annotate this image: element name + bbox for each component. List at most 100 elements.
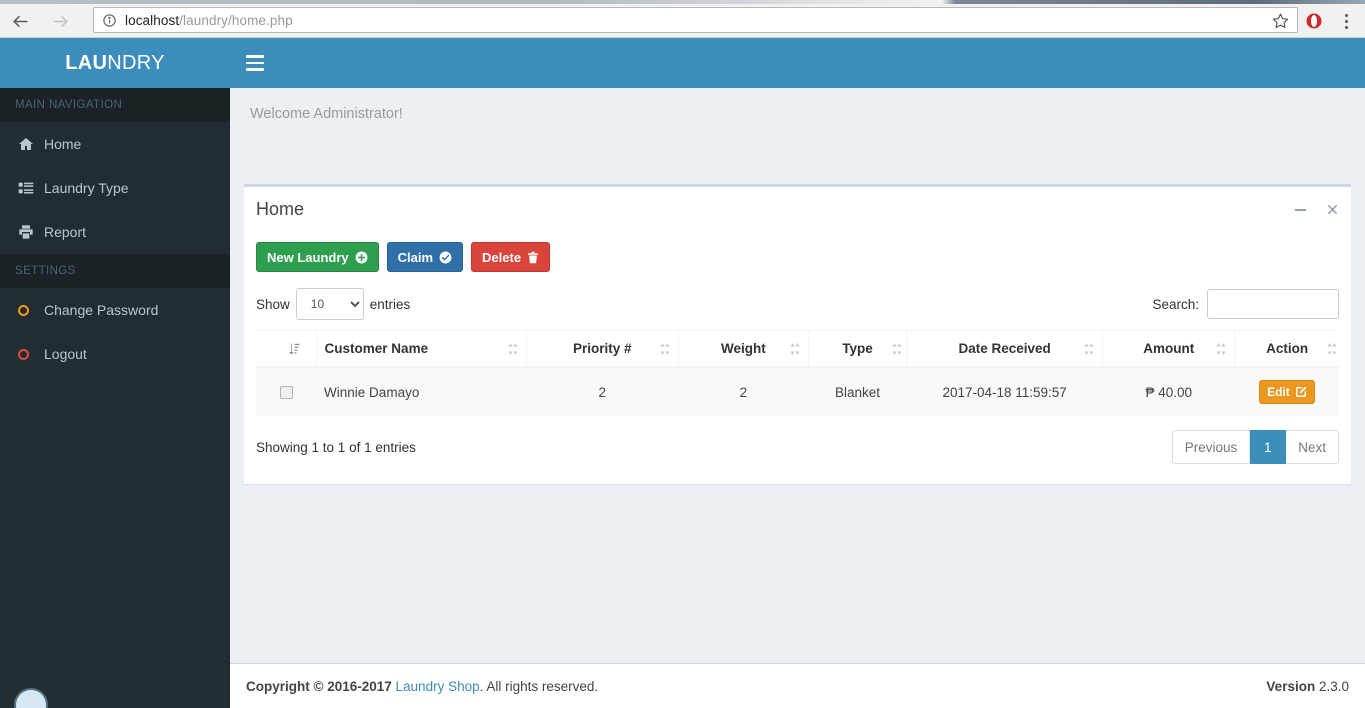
top-navbar bbox=[230, 38, 1365, 88]
search-input[interactable] bbox=[1207, 289, 1339, 319]
box-header: Home bbox=[244, 187, 1351, 232]
delete-button[interactable]: Delete bbox=[471, 242, 551, 272]
address-bar-url: localhost/laundry/home.php bbox=[125, 13, 293, 28]
edit-button[interactable]: Edit bbox=[1259, 380, 1315, 404]
back-button[interactable] bbox=[0, 4, 40, 38]
footer-version: Version 2.3.0 bbox=[1266, 679, 1349, 694]
footer-version-number: 2.3.0 bbox=[1318, 678, 1349, 694]
claim-button-label: Claim bbox=[397, 249, 434, 265]
column-label: Customer Name bbox=[324, 341, 429, 356]
sidebar-toggle-button[interactable] bbox=[230, 38, 280, 88]
footer-version-label: Version bbox=[1266, 678, 1316, 694]
back-arrow-icon bbox=[12, 15, 28, 27]
sidebar-item-label: Home bbox=[44, 136, 82, 152]
browser-toolbar-right bbox=[1299, 4, 1365, 38]
sort-icon bbox=[790, 342, 800, 355]
circle-o-icon bbox=[18, 304, 44, 316]
home-box: Home New Laundry Claim Delete Show 10 en… bbox=[244, 184, 1351, 484]
table-row: Winnie Damayo 2 2 Blanket 2017-04-18 11:… bbox=[256, 366, 1339, 416]
pagination-next[interactable]: Next bbox=[1286, 430, 1339, 464]
box-tools bbox=[1289, 187, 1343, 232]
sidebar-item-report[interactable]: Report bbox=[0, 210, 230, 254]
cell-type: Blanket bbox=[808, 366, 907, 416]
welcome-message: Welcome Administrator! bbox=[250, 106, 403, 122]
circle-o-icon bbox=[18, 348, 44, 360]
table-header-row: Customer Name Priority # Weight Type Dat… bbox=[256, 330, 1339, 368]
sort-icon bbox=[508, 342, 518, 355]
sort-icon bbox=[1327, 342, 1337, 355]
sidebar-item-home[interactable]: Home bbox=[0, 122, 230, 166]
pagination-previous[interactable]: Previous bbox=[1171, 430, 1251, 464]
column-header-select[interactable] bbox=[256, 330, 317, 368]
application-window: LAU NDRY MAIN NAVIGATION Home Laundry Typ… bbox=[0, 38, 1365, 708]
opera-extension-icon bbox=[1306, 13, 1322, 29]
close-button[interactable] bbox=[1321, 199, 1343, 221]
footer-link[interactable]: Laundry Shop bbox=[396, 679, 480, 694]
app-logo[interactable]: LAU NDRY bbox=[0, 38, 230, 88]
sidebar: LAU NDRY MAIN NAVIGATION Home Laundry Typ… bbox=[0, 38, 230, 708]
logo-rest-part: NDRY bbox=[107, 51, 165, 74]
column-header-action[interactable]: Action bbox=[1234, 330, 1339, 368]
bookmark-button[interactable] bbox=[1272, 12, 1289, 34]
action-button-row: New Laundry Claim Delete bbox=[256, 238, 1339, 282]
delete-button-label: Delete bbox=[482, 249, 522, 265]
footer-copyright: Copyright © 2016-2017 Laundry Shop. All … bbox=[246, 679, 598, 694]
column-header-weight[interactable]: Weight bbox=[677, 330, 809, 368]
minus-icon bbox=[1294, 208, 1306, 211]
column-header-type[interactable]: Type bbox=[807, 330, 907, 368]
forward-arrow-icon bbox=[52, 15, 68, 27]
column-header-customer-name[interactable]: Customer Name bbox=[315, 330, 527, 368]
address-bar[interactable]: localhost/laundry/home.php bbox=[93, 7, 1298, 33]
row-select-cell bbox=[256, 366, 317, 416]
pagination: Previous 1 Next bbox=[1171, 430, 1339, 464]
app-footer: Copyright © 2016-2017 Laundry Shop. All … bbox=[230, 663, 1365, 708]
plus-circle-icon bbox=[355, 251, 368, 263]
column-label: Type bbox=[842, 341, 873, 356]
sort-icon bbox=[1084, 342, 1094, 355]
forward-button[interactable] bbox=[40, 4, 80, 38]
row-checkbox[interactable] bbox=[279, 386, 293, 400]
sidebar-item-change-password[interactable]: Change Password bbox=[0, 288, 230, 332]
kebab-menu-icon bbox=[1344, 13, 1348, 17]
footer-copyright-prefix: Copyright © 2016-2017 bbox=[246, 678, 392, 694]
column-header-amount[interactable]: Amount bbox=[1102, 330, 1235, 368]
list-icon bbox=[18, 180, 44, 196]
datatable-length-control: Show 102550100 entries bbox=[256, 288, 410, 320]
column-header-date-received[interactable]: Date Received bbox=[906, 330, 1103, 368]
table-header: Customer Name Priority # Weight Type Dat… bbox=[256, 330, 1339, 368]
column-header-priority[interactable]: Priority # bbox=[525, 330, 679, 368]
pagination-page-1[interactable]: 1 bbox=[1250, 430, 1287, 464]
new-laundry-button[interactable]: New Laundry bbox=[256, 242, 379, 272]
pencil-square-icon bbox=[1295, 386, 1306, 397]
sidebar-section-settings: SETTINGS bbox=[0, 254, 230, 288]
box-body: New Laundry Claim Delete Show 10 entries… bbox=[244, 232, 1351, 484]
entries-per-page-select[interactable]: 102550100 bbox=[295, 288, 364, 320]
collapse-button[interactable] bbox=[1289, 199, 1311, 221]
extension-button[interactable] bbox=[1299, 4, 1329, 38]
edit-button-label: Edit bbox=[1267, 385, 1290, 399]
tab-strip-sliver bbox=[0, 0, 1365, 4]
datatable-controls: Show 102550100 entries Search: bbox=[256, 282, 1339, 330]
datatable-footer: Showing 1 to 1 of 1 entries Previous 1 N… bbox=[256, 416, 1339, 472]
sort-icon bbox=[1216, 342, 1226, 355]
page-title: Home bbox=[256, 199, 305, 219]
column-label: Weight bbox=[721, 341, 766, 356]
sidebar-item-label: Change Password bbox=[44, 302, 159, 318]
bookmark-star-icon bbox=[1272, 13, 1289, 29]
column-label: Action bbox=[1266, 341, 1309, 356]
entries-label: entries bbox=[369, 296, 411, 312]
table-body: Winnie Damayo 2 2 Blanket 2017-04-18 11:… bbox=[256, 366, 1339, 416]
page-info-icon[interactable] bbox=[102, 13, 117, 28]
sidebar-item-logout[interactable]: Logout bbox=[0, 332, 230, 376]
claim-button[interactable]: Claim bbox=[386, 242, 464, 272]
cell-date-received: 2017-04-18 11:59:57 bbox=[906, 366, 1103, 416]
cell-amount: ₱ 40.00 bbox=[1102, 366, 1235, 416]
sidebar-item-label: Laundry Type bbox=[44, 180, 129, 196]
browser-menu-button[interactable] bbox=[1331, 4, 1361, 38]
browser-chrome: localhost/laundry/home.php bbox=[0, 0, 1365, 38]
printer-icon bbox=[18, 224, 44, 240]
sidebar-item-laundry-type[interactable]: Laundry Type bbox=[0, 166, 230, 210]
footer-copyright-suffix: . All rights reserved. bbox=[479, 678, 599, 694]
cell-action: Edit bbox=[1234, 366, 1339, 416]
cell-priority: 2 bbox=[526, 366, 679, 416]
